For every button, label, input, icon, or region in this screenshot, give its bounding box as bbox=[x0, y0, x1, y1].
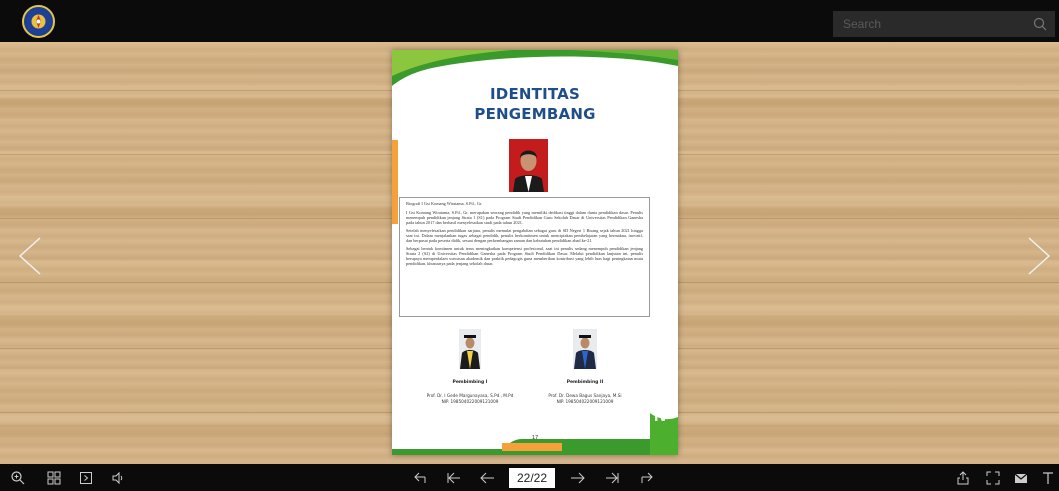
page-title-line1: IDENTITAS bbox=[490, 85, 580, 103]
university-seal-logo[interactable] bbox=[22, 5, 55, 38]
book-page[interactable]: IDENTITAS PENGEMBANG Biografi I Gst Koma… bbox=[392, 50, 678, 455]
search-input[interactable] bbox=[833, 11, 1043, 37]
top-bar bbox=[0, 0, 1059, 42]
fullscreen-icon[interactable] bbox=[985, 470, 1001, 486]
next-page-icon[interactable] bbox=[570, 470, 586, 486]
supervisor2-label: Pembimbing II bbox=[566, 380, 604, 385]
page-title-line2: PENGEMBANG bbox=[474, 105, 596, 123]
flipbook-stage: IDENTITAS PENGEMBANG Biografi I Gst Koma… bbox=[0, 42, 1059, 464]
back-icon[interactable] bbox=[413, 470, 429, 486]
supervisor1-name: Prof. Dr. I Gede Margunayasa, S.Pd., M.P… bbox=[426, 393, 514, 398]
email-icon[interactable] bbox=[1013, 470, 1029, 486]
chevron-left-icon[interactable] bbox=[16, 236, 46, 276]
thumbnails-icon[interactable] bbox=[46, 470, 62, 486]
supervisor2-photo bbox=[573, 329, 597, 369]
share-icon[interactable] bbox=[955, 470, 971, 486]
bottom-toolbar bbox=[0, 464, 1059, 491]
page-title: IDENTITAS PENGEMBANG bbox=[392, 84, 678, 124]
author-photo bbox=[509, 139, 548, 192]
sound-icon[interactable] bbox=[110, 470, 126, 486]
supervisor1-nip: NIP. 198504022009121009 bbox=[441, 399, 499, 404]
text-icon[interactable] bbox=[1040, 470, 1056, 486]
search-icon[interactable] bbox=[1033, 17, 1047, 36]
chapter-label: IV bbox=[654, 410, 668, 424]
single-page-icon[interactable] bbox=[78, 470, 94, 486]
bio-paragraph-2: Setelah menyelesaikan pendidikan sarjana… bbox=[406, 228, 643, 243]
last-page-icon[interactable] bbox=[604, 470, 620, 486]
page-number: 17 bbox=[531, 435, 539, 441]
zoom-in-icon[interactable] bbox=[10, 470, 26, 486]
biography-box: Biografi I Gst Komang Wiratama, S.Pd., G… bbox=[399, 197, 650, 317]
chevron-right-icon[interactable] bbox=[1023, 236, 1053, 276]
supervisor1-photo bbox=[459, 329, 481, 369]
bio-title: Biografi I Gst Komang Wiratama, S.Pd., G… bbox=[406, 201, 483, 206]
bio-paragraph-3: Sebagai bentuk komitmen untuk terus meni… bbox=[406, 246, 643, 266]
first-page-icon[interactable] bbox=[446, 470, 462, 486]
prev-page-icon[interactable] bbox=[479, 470, 495, 486]
bio-paragraph-1: I Gst Komang Wiratama, S.Pd., Gr. merupa… bbox=[406, 210, 643, 225]
orange-side-decoration bbox=[392, 140, 398, 224]
supervisor2-name: Prof. Dr. Dewa Bagus Sanjaya, M.Si bbox=[548, 393, 622, 398]
supervisor1-label: Pembimbing I bbox=[452, 380, 488, 385]
green-footer-decoration bbox=[392, 413, 678, 455]
search-box[interactable] bbox=[833, 11, 1055, 37]
forward-icon[interactable] bbox=[638, 470, 654, 486]
page-indicator-input[interactable] bbox=[509, 468, 555, 488]
supervisor2-nip: NIP. 198504022009121009 bbox=[556, 399, 614, 404]
